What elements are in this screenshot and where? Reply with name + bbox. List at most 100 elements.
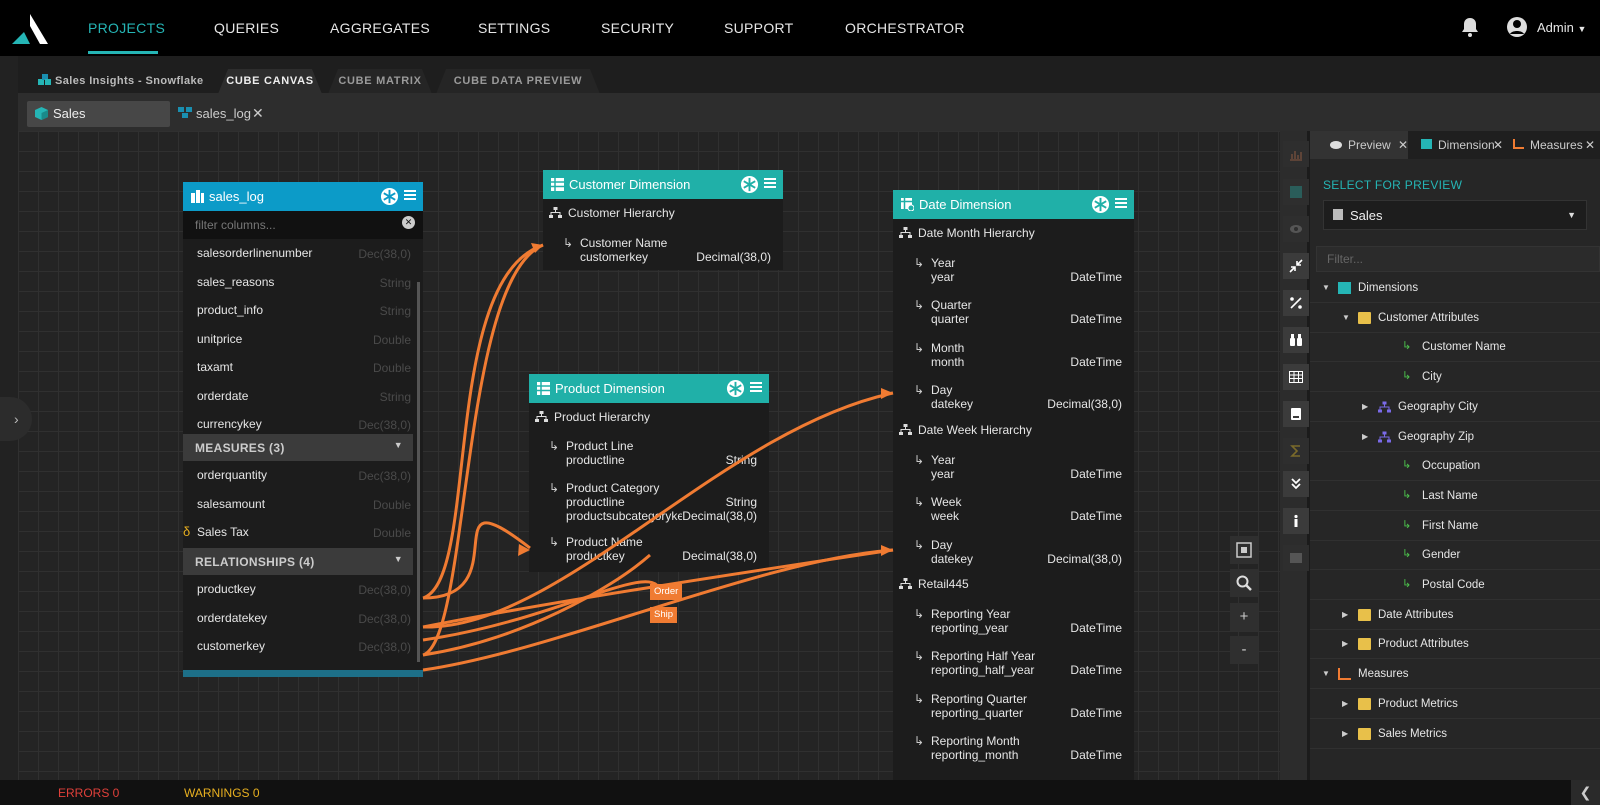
close-icon[interactable]: ✕ [252,105,264,122]
menu-icon[interactable] [1115,197,1127,209]
level-customer-name[interactable]: ↳ Customer Name customerkey [563,236,667,264]
column-row[interactable]: currencykey Dec(38,0) [183,410,419,438]
column-row[interactable]: sales_reasons String [183,268,419,296]
collapse-panel-button[interactable]: ❮ [1571,780,1600,805]
tool-percent[interactable] [1283,290,1309,316]
tool-dimension[interactable] [1283,179,1309,205]
tool-preview[interactable] [1283,216,1309,242]
caret-right-icon[interactable]: ▶ [1342,699,1348,708]
tool-expand-down[interactable] [1283,471,1309,497]
tool-binoculars[interactable] [1283,327,1309,353]
user-menu[interactable]: Admin ▼ [1537,0,1586,57]
date-level[interactable]: ↳ Reporting Year reporting_year [914,607,1010,635]
date-hierarchy[interactable]: Date Week Hierarchy [899,423,1032,437]
nav-aggregates[interactable]: AGGREGATES [330,0,430,56]
date-level[interactable]: ↳ Week week [914,495,961,523]
close-icon[interactable]: ✕ [1398,138,1408,152]
caret-right-icon[interactable]: ▶ [1342,729,1348,738]
column-row[interactable]: salesorderlinenumber Dec(38,0) [183,239,419,267]
tree-item[interactable]: ↳ Gender [1310,541,1600,571]
tree-item[interactable]: ↳ Occupation [1310,452,1600,482]
tab-cube-data-preview[interactable]: CUBE DATA PREVIEW [436,69,600,94]
date-level[interactable]: ↳ Reporting Half Year reporting_half_year [914,649,1035,677]
date-dimension-header[interactable]: Date Dimension [893,190,1134,219]
date-level[interactable]: ↳ Reporting Month reporting_month [914,734,1020,762]
menu-icon[interactable] [750,381,762,393]
product-dimension-header[interactable]: Product Dimension [529,374,769,403]
tree-item[interactable]: ▶ Sales Metrics [1310,720,1600,749]
level-product-name[interactable]: ↳ Product Name productkey [549,535,643,563]
date-hierarchy[interactable]: Retail445 [899,577,969,591]
tool-calculator[interactable] [1283,545,1309,571]
date-dimension-card[interactable]: Date Dimension Date Month Hierarchy ↳ Year… [893,190,1134,780]
tab-cube-matrix[interactable]: CUBE MATRIX [328,69,432,94]
tree-item[interactable]: ▶ Product Attributes [1310,630,1600,660]
bell-icon[interactable] [1460,16,1480,38]
search-canvas-button[interactable] [1230,569,1258,597]
subtab-sales[interactable]: Sales [27,101,170,127]
nav-queries[interactable]: QUERIES [214,0,279,56]
tab-cube-canvas[interactable]: CUBE CANVAS [218,69,322,94]
product-hierarchy[interactable]: Product Hierarchy [535,410,650,424]
tree-item[interactable]: ↳ Last Name [1310,482,1600,511]
close-icon[interactable]: ✕ [1493,138,1503,152]
sales-log-table-card[interactable]: sales_log filter columns... ✕ MEASURES (… [183,182,423,677]
tree-item[interactable]: ↳ Postal Code [1310,571,1600,600]
tree-item[interactable]: ▶ Date Attributes [1310,601,1600,630]
tool-book[interactable] [1283,401,1309,427]
menu-icon[interactable] [764,177,776,189]
caret-right-icon[interactable]: ▶ [1342,610,1348,619]
date-level[interactable]: ↳ Quarter quarter [914,298,972,326]
panel-tab-preview[interactable]: Preview [1330,138,1391,152]
close-icon[interactable]: ✕ [1585,138,1595,152]
errors-count[interactable]: ERRORS 0 [58,786,119,800]
preview-cube-select[interactable]: Sales ▼ [1323,200,1587,230]
fit-to-screen-button[interactable] [1230,536,1258,564]
caret-right-icon[interactable]: ▶ [1362,402,1368,411]
tree-item[interactable]: ▶ Geography City [1310,393,1600,422]
column-row[interactable]: orderquantity Dec(38,0) [183,461,419,489]
sales-log-header[interactable]: sales_log [183,182,423,211]
column-row[interactable]: taxamt Double [183,353,419,381]
date-level[interactable]: ↳ Reporting Quarter reporting_quarter [914,692,1027,720]
caret-down-icon[interactable]: ▼ [1322,669,1330,678]
tree-item[interactable]: ▶ Product Metrics [1310,690,1600,719]
filter-columns-input[interactable]: filter columns... ✕ [183,211,423,239]
column-row[interactable]: unitprice Double [183,325,419,353]
product-dimension-card[interactable]: Product Dimension Product Hierarchy ↳ Pro… [529,374,769,572]
nav-settings[interactable]: SETTINGS [478,0,550,56]
tree-item[interactable]: ↳ First Name [1310,512,1600,541]
column-row[interactable]: customerkey Dec(38,0) [183,632,419,660]
link-tag-ship[interactable]: Ship [650,607,678,623]
caret-down-icon[interactable]: ▼ [1322,283,1330,292]
link-tag-order[interactable]: Order [650,584,683,600]
column-row[interactable]: salesamount Double [183,490,419,518]
nav-orchestrator[interactable]: ORCHESTRATOR [845,0,965,56]
level-product-category[interactable]: ↳ Product Category productline productsubca… [549,481,690,523]
nav-support[interactable]: SUPPORT [724,0,794,56]
caret-right-icon[interactable]: ▶ [1342,639,1348,648]
zoom-in-button[interactable]: + [1230,603,1258,631]
project-title[interactable]: Sales Insights - Snowflake [38,74,204,87]
logo-icon[interactable] [10,12,50,46]
panel-tab-dimension[interactable]: Dimension [1421,138,1495,152]
customer-dimension-card[interactable]: Customer Dimension Customer Hierarchy ↳ C… [543,170,783,270]
tree-item[interactable]: ▼ Dimensions [1310,274,1600,303]
tool-info[interactable] [1283,508,1309,534]
tree-item[interactable]: ▼ Customer Attributes [1310,304,1600,333]
column-row[interactable]: orderdatekey Dec(38,0) [183,604,419,632]
warnings-count[interactable]: WARNINGS 0 [184,786,260,800]
nav-projects[interactable]: PROJECTS [88,0,165,56]
caret-down-icon[interactable]: ▼ [1342,313,1350,322]
tool-table[interactable] [1283,364,1309,390]
level-product-line[interactable]: ↳ Product Line productline [549,439,633,467]
column-row[interactable]: product_info String [183,296,419,324]
date-level[interactable]: ↳ Day datekey [914,538,973,566]
customer-hierarchy[interactable]: Customer Hierarchy [549,206,675,220]
date-level[interactable]: ↳ Year year [914,453,955,481]
nav-security[interactable]: SECURITY [601,0,674,56]
panel-tab-measures[interactable]: Measures [1513,138,1583,152]
tree-item[interactable]: ↳ City [1310,363,1600,393]
measures-section-header[interactable]: MEASURES (3) ▼ [183,434,413,461]
tool-chart[interactable] [1283,141,1309,167]
